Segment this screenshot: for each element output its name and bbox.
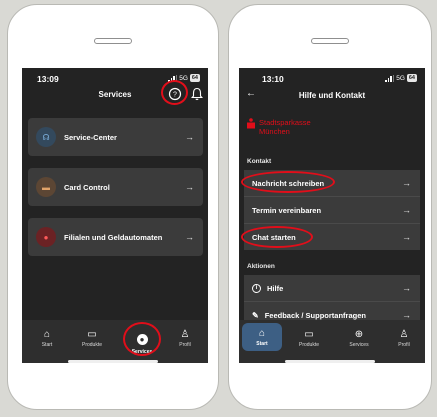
section-kontakt: Kontakt xyxy=(247,158,272,165)
status-indicators: 5G 64 xyxy=(385,74,417,82)
person-icon: ♙ xyxy=(180,329,190,340)
tab-label: Services xyxy=(349,342,369,348)
branches-atm-card[interactable]: ● Filialen und Geldautomaten → xyxy=(28,218,203,256)
tab-start[interactable]: ⌂ Start xyxy=(242,323,282,351)
tab-start[interactable]: ⌂ Start xyxy=(27,329,67,348)
home-icon: ⌂ xyxy=(258,328,266,339)
tab-bar: ⌂ Start ▭ Produkte ⊕ Services ♙ Profil xyxy=(239,320,425,363)
services-icon: ⊕ xyxy=(354,329,364,340)
tab-label: Produkte xyxy=(298,342,319,348)
left-screen: 13:09 5G 64 Services ? ☊ Service-Center xyxy=(22,68,208,363)
home-icon: ⌂ xyxy=(43,329,51,340)
brand-logo: Stadtsparkasse München xyxy=(247,118,311,136)
right-phone-frame: 13:10 5G 64 ← Hilfe und Kontakt Stadtspa… xyxy=(228,4,432,410)
page-title: Hilfe und Kontakt xyxy=(298,91,366,100)
arrow-right-icon: → xyxy=(402,178,411,188)
tab-profil[interactable]: ♙ Profil xyxy=(165,329,205,348)
location-icon: ● xyxy=(36,227,56,247)
highlight-services-circle xyxy=(123,322,161,356)
section-aktionen: Aktionen xyxy=(247,263,275,270)
service-center-card[interactable]: ☊ Service-Center → xyxy=(28,118,203,156)
card-control-card[interactable]: ▬ Card Control → xyxy=(28,168,203,206)
battery-icon: 64 xyxy=(189,74,200,82)
sparkasse-logo-icon xyxy=(247,118,255,129)
info-icon: i xyxy=(252,283,261,293)
tab-bar: ⌂ Start ▭ Produkte ● Services ♙ Profil xyxy=(22,320,208,363)
tab-produkte[interactable]: ▭ Produkte xyxy=(289,329,329,348)
highlight-write-message xyxy=(241,171,335,193)
brand-name-line1: Stadtsparkasse xyxy=(259,118,311,127)
person-icon: ♙ xyxy=(399,329,409,340)
tab-label: Start xyxy=(256,341,268,347)
brand-name-line2: München xyxy=(259,127,290,136)
arrow-right-icon: → xyxy=(402,232,411,242)
arrow-right-icon: → xyxy=(402,205,411,215)
arrow-right-icon: → xyxy=(402,310,411,320)
bell-icon xyxy=(190,87,204,101)
home-indicator xyxy=(285,360,375,363)
card-label: Card Control xyxy=(64,182,110,192)
wallet-icon: ▭ xyxy=(87,329,97,340)
status-bar: 13:10 5G 64 xyxy=(239,68,425,88)
speaker-grille xyxy=(311,38,349,44)
left-phone-frame: 13:09 5G 64 Services ? ☊ Service-Center xyxy=(7,4,219,410)
wallet-icon: ▭ xyxy=(304,329,314,340)
row-label: Feedback / Supportanfragen xyxy=(264,310,366,320)
book-appointment-row[interactable]: Termin vereinbaren → xyxy=(244,197,420,223)
row-label: Termin vereinbaren xyxy=(252,205,322,215)
home-indicator xyxy=(68,360,158,363)
feedback-icon: ✎ xyxy=(252,310,259,320)
card-label: Filialen und Geldautomaten xyxy=(64,232,163,242)
arrow-right-icon: → xyxy=(185,232,194,242)
speaker-grille xyxy=(94,38,132,44)
battery-icon: 64 xyxy=(406,74,417,82)
row-label: Hilfe xyxy=(267,283,284,293)
help-row[interactable]: i Hilfe → xyxy=(244,275,420,301)
network-type: 5G xyxy=(396,74,405,82)
right-screen: 13:10 5G 64 ← Hilfe und Kontakt Stadtspa… xyxy=(239,68,425,363)
highlight-help-circle xyxy=(161,80,188,105)
notifications-button[interactable] xyxy=(190,87,204,101)
arrow-right-icon: → xyxy=(185,182,194,192)
tab-label: Profil xyxy=(398,342,410,348)
arrow-right-icon: → xyxy=(402,283,411,293)
card-label: Service-Center xyxy=(64,132,117,142)
signal-icon xyxy=(385,74,395,82)
status-time: 13:10 xyxy=(262,74,284,84)
tab-label: Profil xyxy=(179,342,191,348)
tab-label: Start xyxy=(41,342,53,348)
highlight-start-chat xyxy=(241,226,313,248)
tab-produkte[interactable]: ▭ Produkte xyxy=(72,329,112,348)
status-time: 13:09 xyxy=(37,74,59,84)
arrow-right-icon: → xyxy=(185,132,194,142)
headset-icon: ☊ xyxy=(36,127,56,147)
tab-profil[interactable]: ♙ Profil xyxy=(384,329,424,348)
card-icon: ▬ xyxy=(36,177,56,197)
tab-services[interactable]: ⊕ Services xyxy=(339,329,379,348)
tab-label: Produkte xyxy=(81,342,102,348)
